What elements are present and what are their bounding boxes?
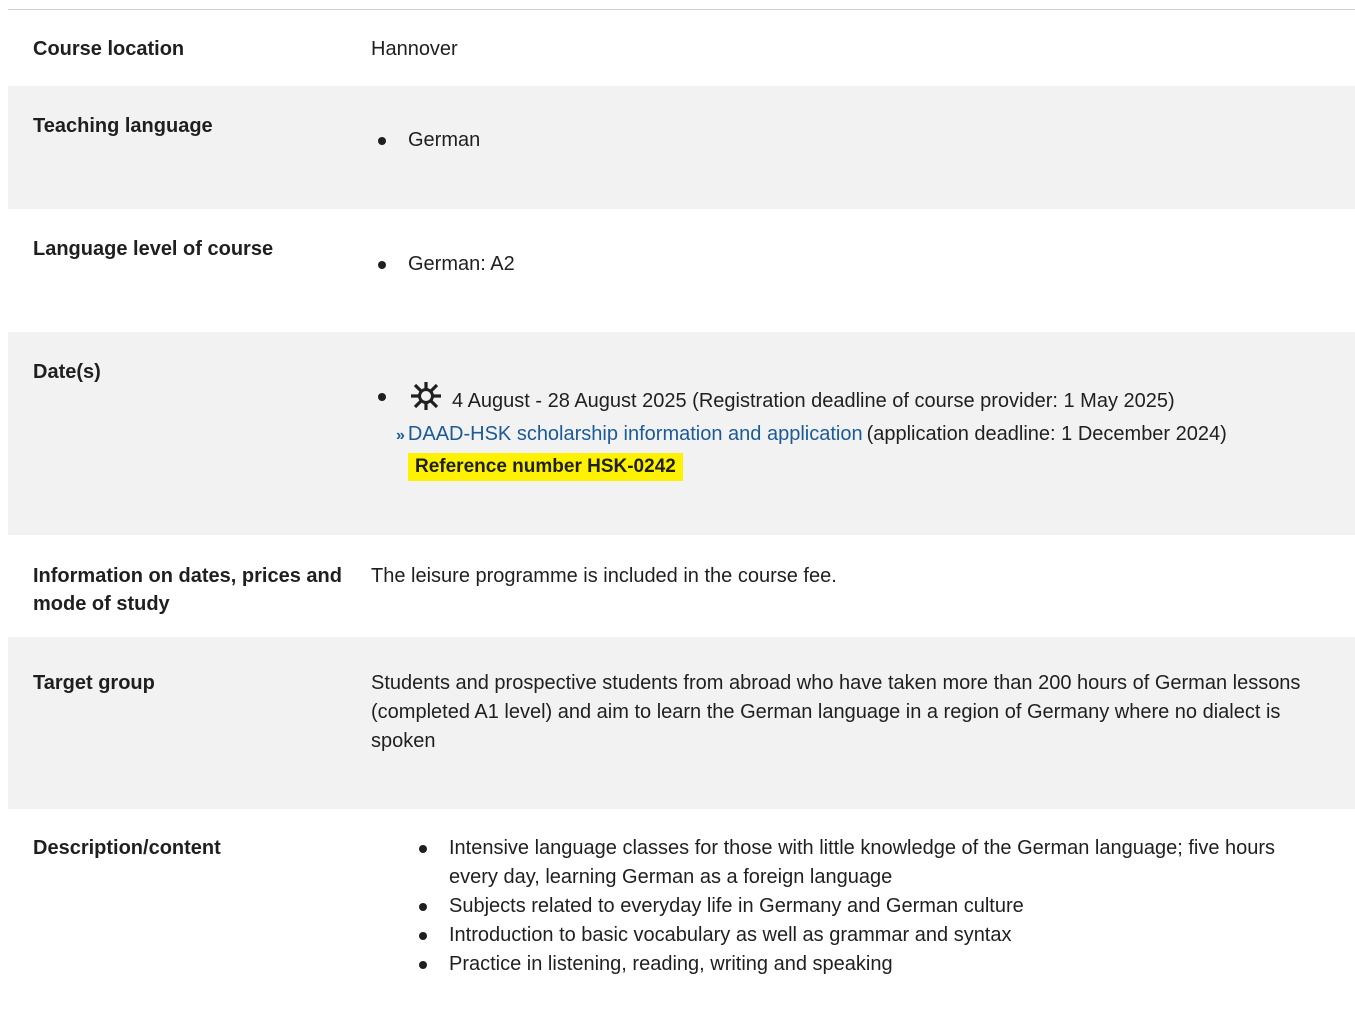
date-list-item: 4 August - 28 August 2025 (Registration …	[371, 382, 1341, 419]
double-chevron-right-icon: »	[396, 427, 405, 444]
teaching-language-value: German	[371, 126, 480, 155]
row-dates: Date(s) 4 August - 28 August 2025 (Regis…	[8, 332, 1355, 535]
language-level-value: German: A2	[371, 250, 515, 279]
list-item: German: A2	[371, 250, 515, 279]
reference-line: Reference number HSK-0242	[371, 451, 1341, 481]
scholarship-line: » DAAD-HSK scholarship information and ap…	[371, 419, 1341, 451]
description-value: Intensive language classes for those wit…	[412, 834, 1322, 979]
target-group-value: Students and prospective students from a…	[371, 672, 1301, 752]
dates-value: 4 August - 28 August 2025 (Registration …	[371, 382, 1341, 481]
info-dates-prices-value: The leisure programme is included in the…	[371, 565, 837, 587]
row-description: Description/content Intensive language c…	[8, 809, 1355, 1027]
list-item: German	[371, 126, 480, 155]
row-target-group: Target group Students and prospective st…	[8, 637, 1355, 809]
dates-label: Date(s)	[33, 361, 101, 383]
teaching-language-label: Teaching language	[33, 115, 213, 137]
language-level-list: German: A2	[371, 250, 515, 279]
row-info-dates-prices: Information on dates, prices and mode of…	[8, 535, 1355, 637]
info-dates-prices-label: Information on dates, prices and mode of…	[33, 565, 342, 615]
course-location-value: Hannover	[371, 38, 458, 60]
list-item: Introduction to basic vocabulary as well…	[412, 921, 1322, 950]
reference-number-badge: Reference number HSK-0242	[408, 453, 683, 481]
row-teaching-language: Teaching language German	[8, 86, 1355, 209]
date-range-text: 4 August - 28 August 2025 (Registration …	[452, 390, 1175, 412]
scholarship-link[interactable]: DAAD-HSK scholarship information and app…	[408, 423, 863, 445]
row-course-location: Course location Hannover	[8, 10, 1355, 86]
list-item: Subjects related to everyday life in Ger…	[412, 892, 1322, 921]
application-deadline-text: (application deadline: 1 December 2024)	[866, 423, 1227, 445]
target-group-label: Target group	[33, 672, 155, 694]
language-level-label: Language level of course	[33, 238, 274, 260]
list-item: Intensive language classes for those wit…	[412, 834, 1322, 892]
course-details-page: Course location Hannover Teaching langua…	[0, 0, 1355, 1027]
list-item: Practice in listening, reading, writing …	[412, 950, 1322, 979]
description-label: Description/content	[33, 837, 221, 859]
description-list: Intensive language classes for those wit…	[412, 834, 1322, 979]
dates-list: 4 August - 28 August 2025 (Registration …	[371, 382, 1341, 419]
teaching-language-list: German	[371, 126, 480, 155]
row-language-level: Language level of course German: A2	[8, 209, 1355, 332]
course-location-label: Course location	[33, 38, 185, 60]
sun-icon	[408, 382, 444, 419]
